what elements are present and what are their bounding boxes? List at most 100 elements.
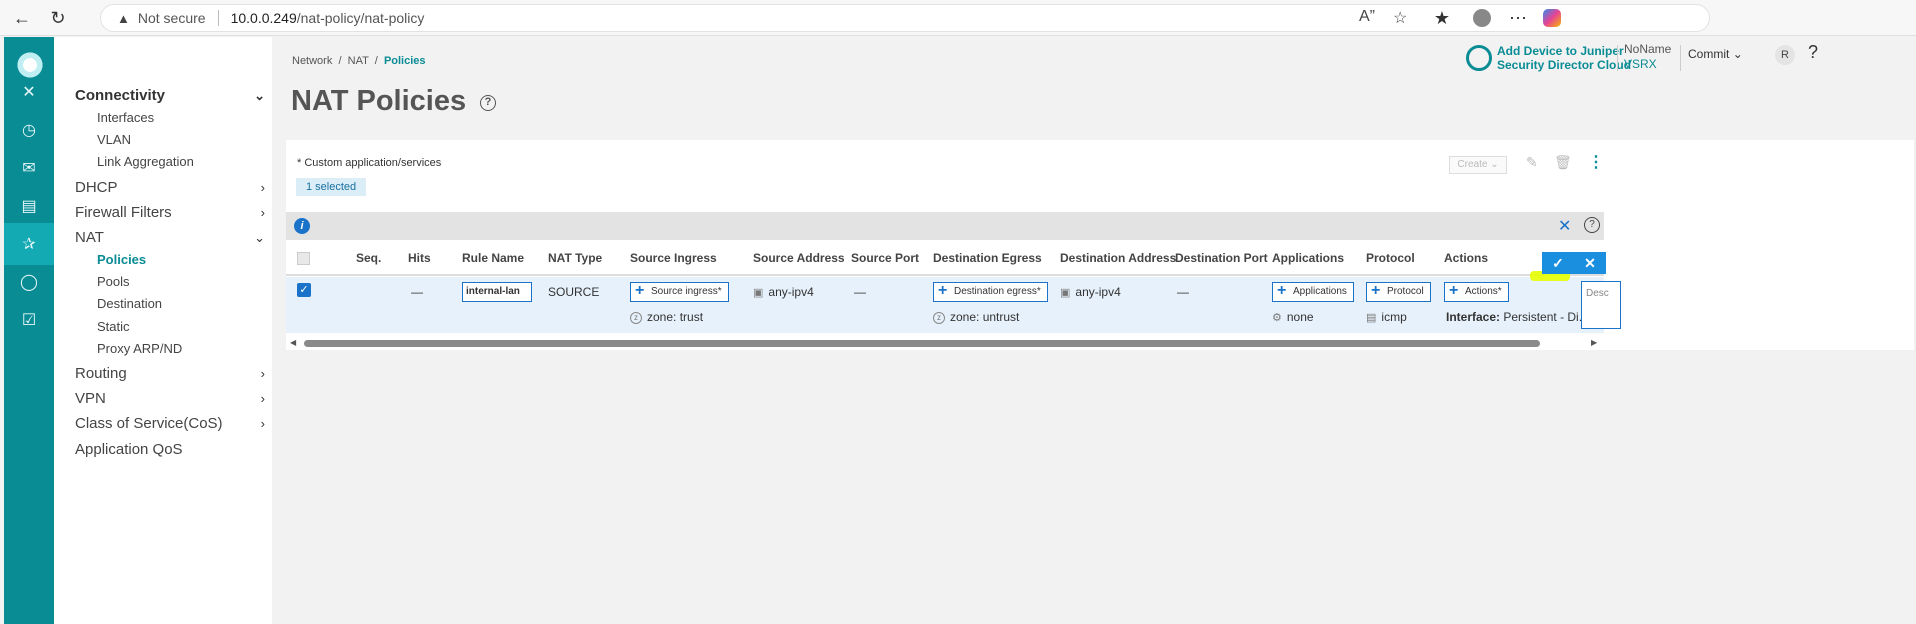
sidebar-item-cos[interactable]: Class of Service(CoS) › xyxy=(75,415,265,432)
sidebar-item-proxy-arp[interactable]: Proxy ARP/ND xyxy=(97,341,182,356)
monitor-icon[interactable]: ✉ xyxy=(4,147,54,189)
scroll-left-icon[interactable]: ◀ xyxy=(290,338,296,347)
more-options-icon[interactable]: ⋮ xyxy=(1588,152,1604,172)
col-destination-egress[interactable]: Destination Egress xyxy=(933,251,1042,265)
table-header: Seq. Hits Rule Name NAT Type Source Ingr… xyxy=(286,240,1604,276)
chevron-right-icon: › xyxy=(260,391,265,406)
page-title: NAT Policies xyxy=(291,85,467,117)
sidebar-item-routing[interactable]: Routing › xyxy=(75,365,265,382)
horizontal-scrollbar[interactable]: ◀ ▶ xyxy=(286,338,1604,348)
chevron-down-icon: ⌄ xyxy=(254,87,265,103)
col-hits[interactable]: Hits xyxy=(408,251,431,265)
crumb-network[interactable]: Network xyxy=(292,55,332,67)
reload-icon[interactable]: ↻ xyxy=(46,6,70,30)
col-seq[interactable]: Seq. xyxy=(356,251,381,265)
col-nat-type[interactable]: NAT Type xyxy=(548,251,602,265)
filter-bar[interactable]: i ✕ ? xyxy=(286,212,1604,240)
select-all-checkbox[interactable] xyxy=(297,252,310,265)
sidebar-item-label: Application QoS xyxy=(75,441,183,458)
favorites-icon[interactable]: ★ xyxy=(1430,6,1454,30)
avatar[interactable]: R xyxy=(1775,45,1795,65)
more-menu-icon[interactable]: ⋯ xyxy=(1506,6,1530,30)
crumb-nat[interactable]: NAT xyxy=(348,55,369,67)
address-bar[interactable]: ▲ Not secure 10.0.0.249 /nat-policy/nat-… xyxy=(100,4,1710,32)
chevron-right-icon: › xyxy=(260,205,265,220)
chevron-right-icon: › xyxy=(260,416,265,431)
col-source-ingress[interactable]: Source Ingress xyxy=(630,251,717,265)
row-checkbox[interactable]: ✓ xyxy=(297,283,311,297)
clear-filter-icon[interactable]: ✕ xyxy=(1558,216,1571,236)
cancel-close-icon[interactable]: ✕ xyxy=(1574,252,1606,274)
read-aloud-icon[interactable]: A” xyxy=(1359,8,1375,26)
source-ingress-label: Source ingress* xyxy=(651,286,722,297)
jsdc-logo-icon[interactable] xyxy=(1466,45,1492,71)
selected-count-badge: 1 selected xyxy=(296,178,367,196)
create-button[interactable]: Create ⌄ xyxy=(1449,156,1507,174)
interface-label: Interface: xyxy=(1446,310,1501,324)
favorite-star-icon[interactable]: ☆ xyxy=(1393,8,1407,28)
col-applications[interactable]: Applications xyxy=(1272,251,1344,265)
sidebar-item-dhcp[interactable]: DHCP › xyxy=(75,179,265,196)
col-actions[interactable]: Actions xyxy=(1444,251,1488,265)
rule-name-input[interactable]: internal-lan xyxy=(462,282,532,302)
network-icon[interactable]: ✰ xyxy=(4,223,54,265)
sidebar-item-nat[interactable]: NAT ⌄ xyxy=(75,229,265,246)
actions-button[interactable]: + Actions* xyxy=(1444,282,1509,302)
sidebar-item-destination[interactable]: Destination xyxy=(97,296,162,311)
device-icon[interactable]: ▤ xyxy=(4,185,54,227)
edit-icon[interactable]: ✎ xyxy=(1526,154,1538,171)
sidebar-item-firewall-filters[interactable]: Firewall Filters › xyxy=(75,204,265,221)
sidebar-item-static[interactable]: Static xyxy=(97,319,130,334)
description-input[interactable]: Desc xyxy=(1581,281,1621,329)
col-rule-name[interactable]: Rule Name xyxy=(462,251,524,265)
protocol-value: ▤ icmp xyxy=(1366,310,1407,324)
sidebar-item-interfaces[interactable]: Interfaces xyxy=(97,110,154,125)
nat-type-value: SOURCE xyxy=(548,285,600,299)
col-protocol[interactable]: Protocol xyxy=(1366,251,1415,265)
chevron-down-icon: ⌄ xyxy=(254,229,265,245)
col-destination-port[interactable]: Destination Port xyxy=(1175,251,1268,265)
custom-services-note: * Custom application/services xyxy=(297,157,442,169)
sidebar: Connectivity ⌄ Interfaces VLAN Link Aggr… xyxy=(54,37,272,624)
copilot-icon[interactable] xyxy=(1540,6,1564,30)
sidebar-item-vpn[interactable]: VPN › xyxy=(75,390,265,407)
filter-help-icon[interactable]: ? xyxy=(1584,217,1600,233)
plus-icon: + xyxy=(1371,282,1381,299)
commit-button[interactable]: Commit ⌄ xyxy=(1688,47,1743,61)
actions-label: Actions* xyxy=(1465,286,1502,297)
col-source-address[interactable]: Source Address xyxy=(753,251,845,265)
help-question-icon[interactable]: ? xyxy=(1808,42,1818,63)
table-row[interactable]: ✓ — internal-lan SOURCE + Source ingress… xyxy=(286,277,1604,333)
sidebar-item-connectivity[interactable]: Connectivity ⌄ xyxy=(75,87,265,104)
clipboard-icon: ▤ xyxy=(1366,312,1377,324)
sidebar-item-app-qos[interactable]: Application QoS xyxy=(75,441,265,458)
source-address-text: any-ipv4 xyxy=(768,285,814,299)
close-icon[interactable]: ✕ xyxy=(4,71,54,113)
sidebar-item-vlan[interactable]: VLAN xyxy=(97,132,131,147)
confirm-check-icon[interactable]: ✓ xyxy=(1542,252,1574,274)
help-icon[interactable]: ? xyxy=(480,95,496,111)
scroll-right-icon[interactable]: ▶ xyxy=(1591,338,1597,347)
browser-toolbar: ← ↻ ▲ Not secure 10.0.0.249 /nat-policy/… xyxy=(0,0,1916,36)
applications-button[interactable]: + Applications xyxy=(1272,282,1354,302)
protocol-button[interactable]: + Protocol xyxy=(1366,282,1431,302)
delete-icon[interactable]: 🗑 xyxy=(1554,154,1572,171)
profile-icon[interactable] xyxy=(1470,6,1494,30)
dashboard-icon[interactable]: ◷ xyxy=(4,109,54,151)
sidebar-item-policies[interactable]: Policies xyxy=(97,252,146,267)
security-icon[interactable]: ◯ xyxy=(4,261,54,303)
source-ingress-button[interactable]: + Source ingress* xyxy=(630,282,729,302)
info-icon[interactable]: i xyxy=(294,218,310,234)
col-destination-address[interactable]: Destination Address xyxy=(1060,251,1176,265)
col-source-port[interactable]: Source Port xyxy=(851,251,919,265)
lock-icon[interactable]: ☑ xyxy=(4,299,54,341)
back-arrow-icon[interactable]: ← xyxy=(10,6,34,30)
add-device-link[interactable]: Add Device to Juniper Security Director … xyxy=(1497,44,1631,72)
destination-egress-label: Destination egress* xyxy=(954,286,1041,297)
device-info: NoName VSRX xyxy=(1624,42,1671,72)
source-zone: z zone: trust xyxy=(630,310,703,324)
scroll-thumb[interactable] xyxy=(304,340,1540,347)
destination-egress-button[interactable]: + Destination egress* xyxy=(933,282,1048,302)
sidebar-item-pools[interactable]: Pools xyxy=(97,274,130,289)
sidebar-item-link-aggregation[interactable]: Link Aggregation xyxy=(97,154,194,169)
